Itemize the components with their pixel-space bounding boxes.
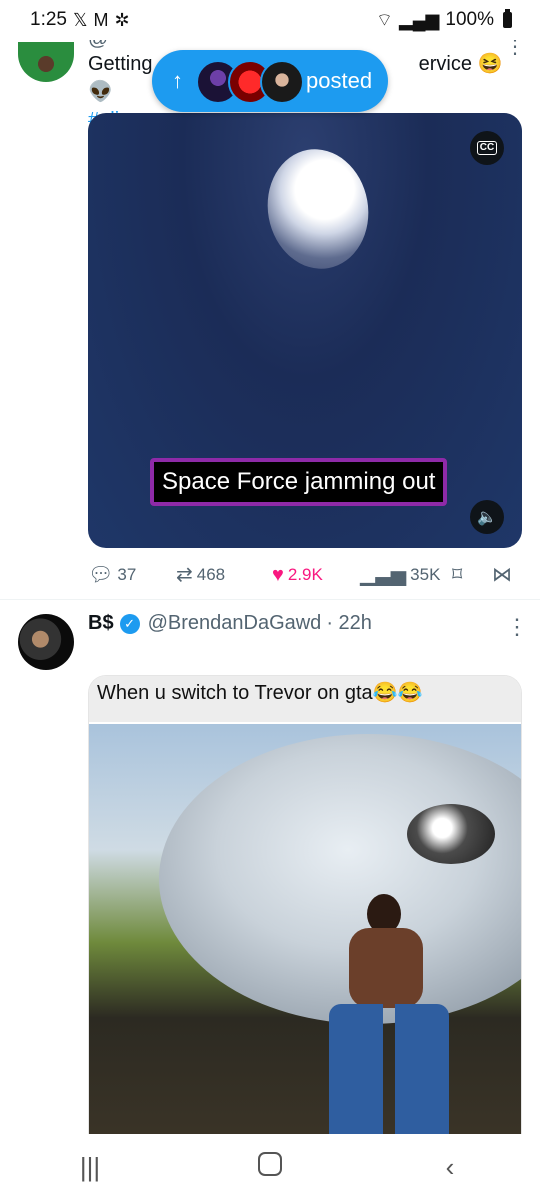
status-bar-left: 1:25 𝕏 M ✲ <box>30 9 130 31</box>
meme-caption: When u switch to Trevor on gta <box>97 682 373 704</box>
tweet-time: · 22h <box>326 612 372 634</box>
reply-count: 37 <box>117 565 137 584</box>
meme-emoji: 😂😂 <box>372 682 423 704</box>
x-logo-icon: 𝕏 <box>72 10 88 30</box>
status-bar: 1:25 𝕏 M ✲ ⌔ ▂▄▆ 100% <box>0 0 540 40</box>
meme-caption-text: When u switch to Trevor on gta😂😂 <box>97 680 423 705</box>
status-bar-right: ⌔ ▂▄▆ 100% <box>376 9 512 31</box>
tweet[interactable]: @ ⋮ Getting ervice 😆👽 #alien ↑ posted CC… <box>0 28 540 600</box>
arrow-up-icon: ↑ <box>172 68 183 93</box>
repost-icon: ⇄ <box>176 564 193 586</box>
tweet-image[interactable]: When u switch to Trevor on gta😂😂 <box>88 675 522 1134</box>
pill-avatars <box>196 60 304 104</box>
person-legs <box>329 1004 449 1134</box>
tweet[interactable]: B$ ✓ @BrendanDaGawd · 22h ⋮ When u switc… <box>0 600 540 1134</box>
video-player[interactable]: CC Space Force jamming out 🔈 <box>88 113 522 548</box>
repost-button[interactable]: ⇄ 468 <box>176 565 225 585</box>
fan-icon: ✲ <box>114 10 130 30</box>
volume-icon[interactable]: 🔈 <box>470 500 504 534</box>
share-icon: ⋈ <box>492 564 512 586</box>
reply-icon: 💬︎ <box>88 564 114 586</box>
bookmark-icon: ⌑ <box>452 564 463 586</box>
verified-badge-icon: ✓ <box>119 613 140 634</box>
tweet-actions: 💬︎ 37 ⇄ 468 ♥ 2.9K ▁▃▅ 35K ⌑ ⋈ <box>88 560 522 590</box>
ufo-dome <box>407 804 495 864</box>
views-count: 35K <box>410 565 441 584</box>
avatar[interactable] <box>18 42 74 82</box>
recent-apps-icon[interactable]: ||| <box>60 1152 120 1183</box>
cc-icon: CC <box>476 141 498 155</box>
avatar[interactable] <box>18 614 74 670</box>
posted-label: posted <box>306 68 373 93</box>
person-figure <box>249 894 449 1134</box>
tweet-header: B$ ✓ @BrendanDaGawd · 22h <box>88 612 372 635</box>
reply-button[interactable]: 💬︎ 37 <box>88 565 136 585</box>
moon-image <box>258 141 378 277</box>
share-button[interactable]: ⋈ <box>492 565 512 585</box>
tweet-text-start: Getting <box>88 53 153 75</box>
like-button[interactable]: ♥ 2.9K <box>272 565 323 585</box>
tweet-handle[interactable]: @BrendanDaGawd <box>148 612 322 635</box>
captions-button[interactable]: CC <box>470 131 504 165</box>
tweet-text-end: ervice <box>418 53 472 75</box>
battery-icon <box>503 9 512 28</box>
person-torso <box>349 928 423 1008</box>
like-count: 2.9K <box>287 565 323 584</box>
home-icon <box>258 1151 282 1176</box>
meme-caption-bar: When u switch to Trevor on gta😂😂 <box>89 676 521 722</box>
back-icon[interactable]: ‹ <box>420 1152 480 1183</box>
bookmark-button[interactable]: ⌑ <box>452 565 462 585</box>
heart-icon: ♥ <box>272 564 284 586</box>
new-posts-pill[interactable]: ↑ posted <box>152 50 388 112</box>
display-name[interactable]: B$ <box>88 612 114 635</box>
video-caption: Space Force jamming out <box>150 458 448 506</box>
views-button[interactable]: ▁▃▅ 35K <box>360 565 440 585</box>
status-time: 1:25 <box>30 9 67 30</box>
views-icon: ▁▃▅ <box>360 564 407 586</box>
more-options-icon[interactable]: ⋮ <box>506 614 528 640</box>
home-button[interactable] <box>240 1151 300 1183</box>
gmail-icon: M <box>93 10 109 30</box>
meme-photo <box>89 724 521 1134</box>
signal-icon: ▂▄▆ <box>398 10 440 30</box>
system-nav-bar: ||| ‹ <box>0 1134 540 1200</box>
battery-level: 100% <box>445 9 494 30</box>
wifi-icon: ⌔ <box>376 10 393 30</box>
avatar <box>260 60 304 104</box>
repost-count: 468 <box>196 565 226 584</box>
